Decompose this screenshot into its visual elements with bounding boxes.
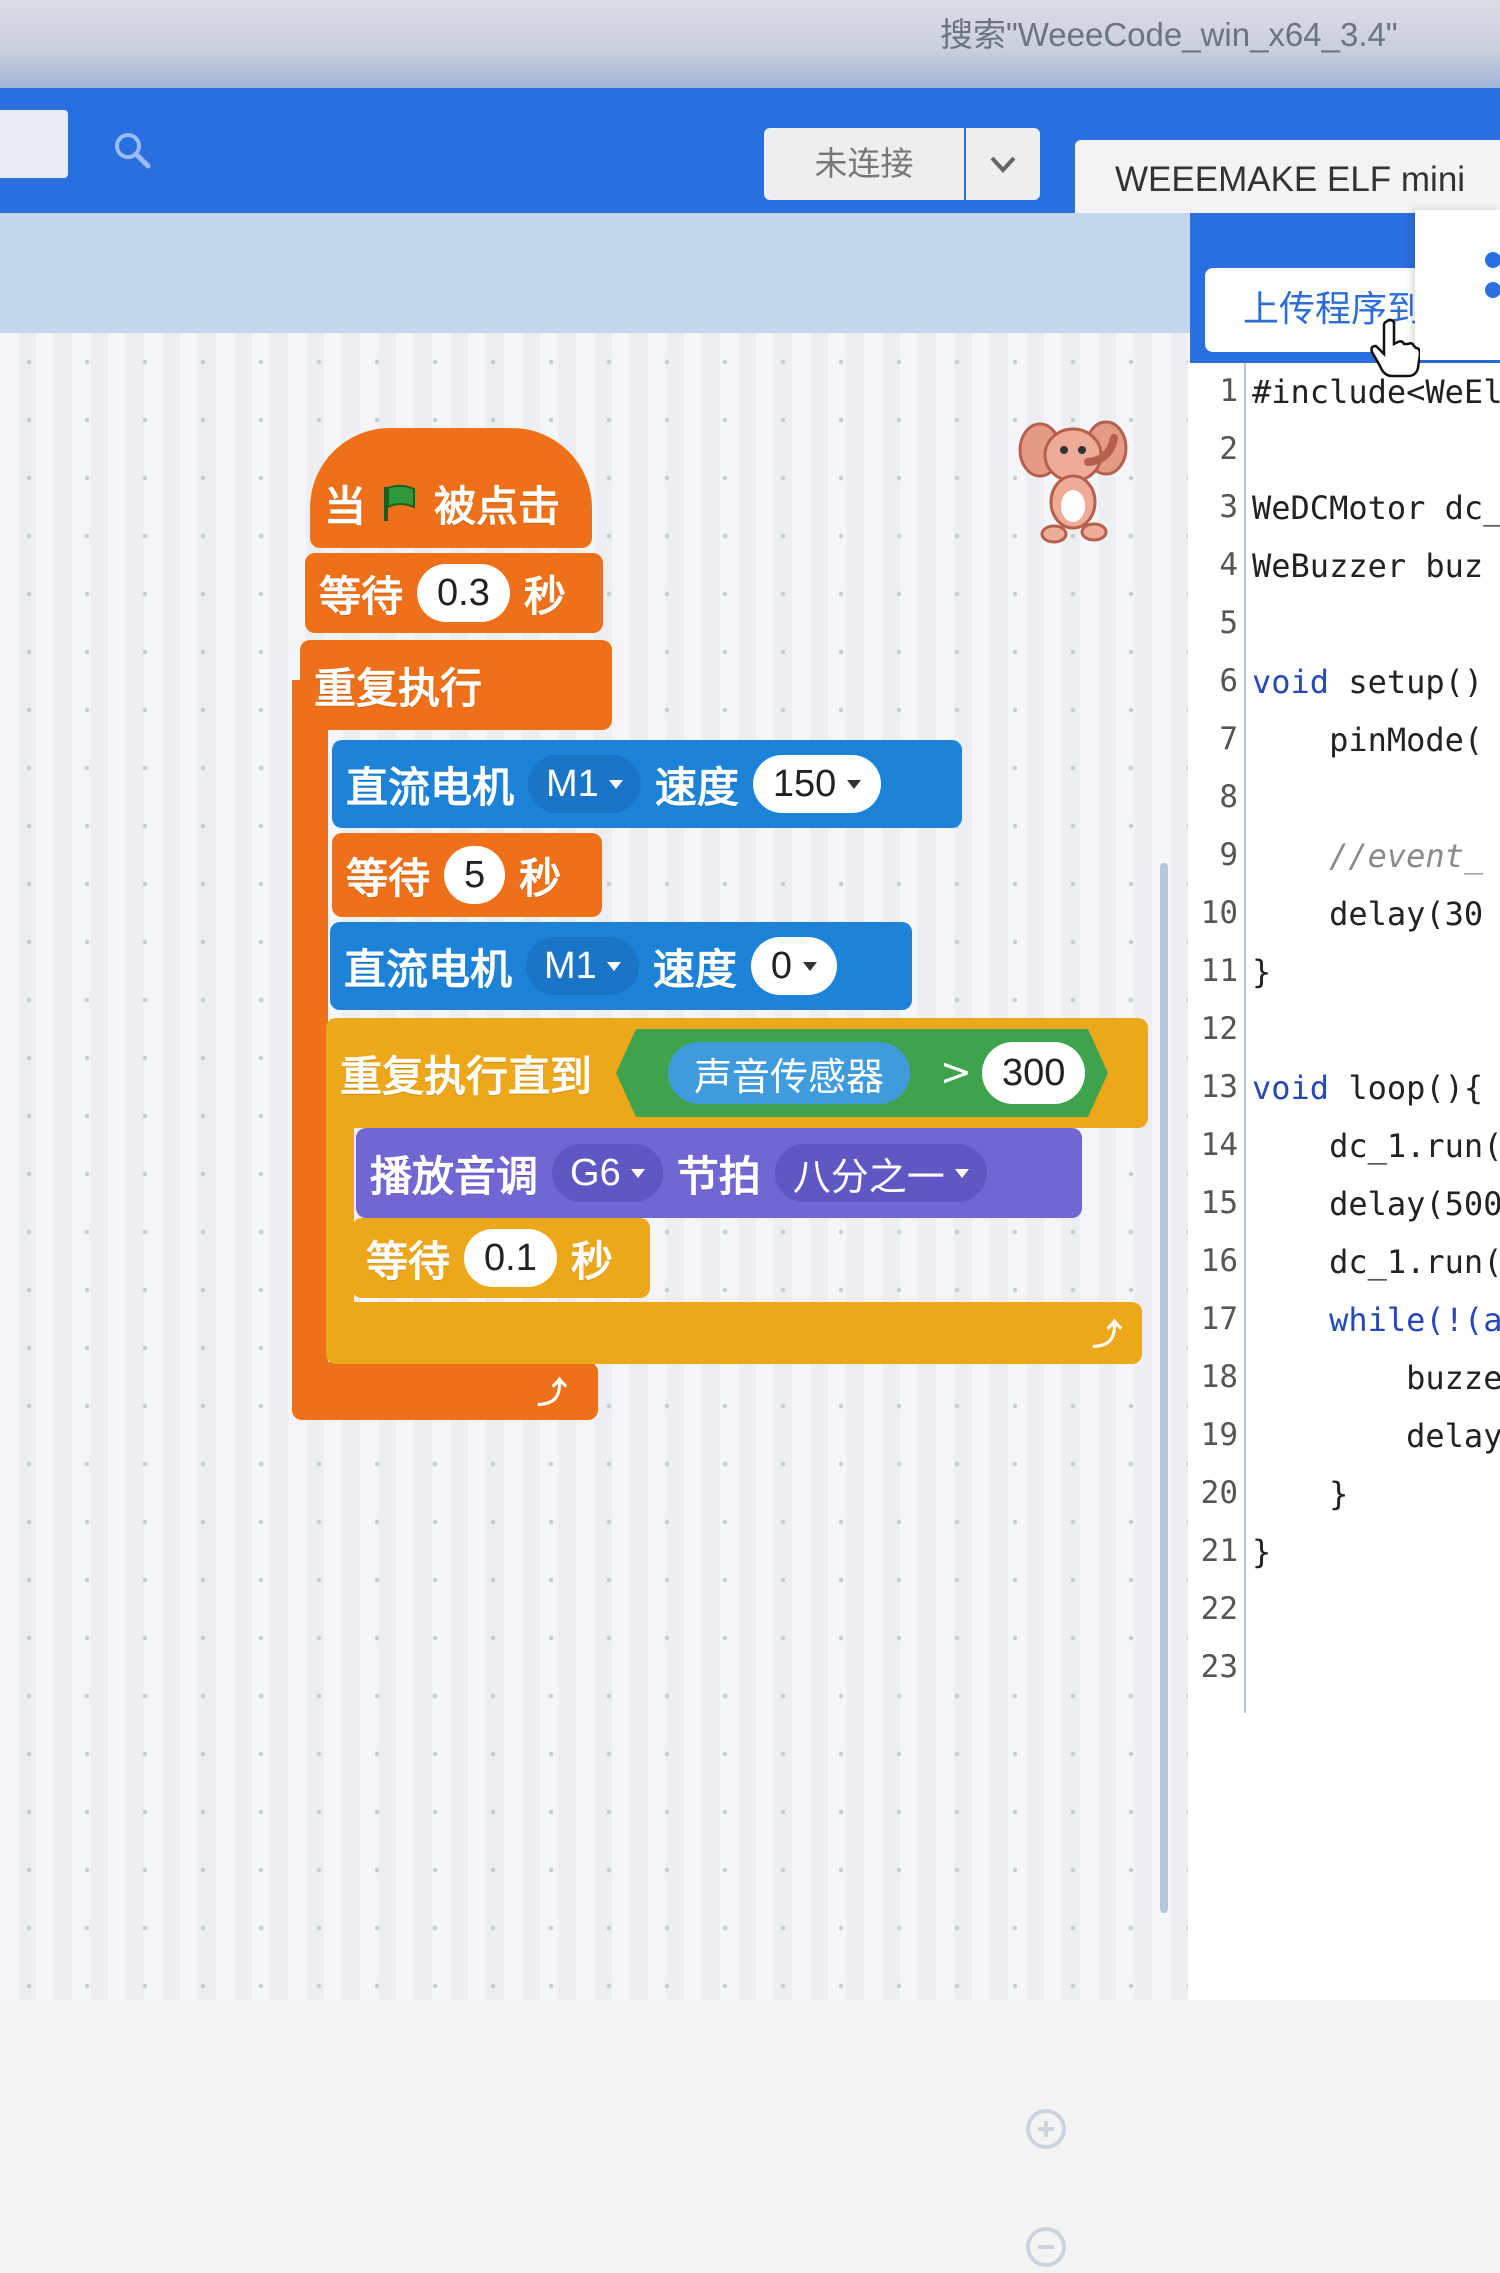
code-editor[interactable]: 1 2 3 4 5 6 7 8 9 10 11 12 13 14 15 16 1… <box>1188 363 1500 2000</box>
line-number: 8 <box>1219 779 1238 815</box>
window-titlebar: 搜索"WeeeCode_win_x64_3.4" <box>0 0 1500 92</box>
code-line: WeDCMotor dc_ <box>1252 489 1500 527</box>
code-line: dc_1.run( <box>1252 1243 1500 1281</box>
line-number: 4 <box>1219 547 1238 583</box>
line-number: 21 <box>1200 1533 1238 1569</box>
motor-speed-dropdown[interactable]: 0 <box>750 937 837 995</box>
keyword: void <box>1252 663 1330 701</box>
line-number: 5 <box>1219 605 1238 641</box>
line-number: 1 <box>1219 373 1238 409</box>
threshold-input[interactable]: 300 <box>982 1042 1086 1104</box>
play-tone-block[interactable]: 播放音调 G6 节拍 八分之一 <box>356 1128 1082 1218</box>
side-panel <box>1415 210 1500 360</box>
motor-speed-dropdown[interactable]: 150 <box>752 755 881 813</box>
line-number: 12 <box>1200 1011 1238 1047</box>
note-dropdown[interactable]: G6 <box>552 1144 663 1202</box>
main-toolbar: 未连接 WEEEMAKE ELF mini <box>0 88 1500 220</box>
wait-block-2[interactable]: 等待 5 秒 <box>332 833 602 917</box>
motor-port-dropdown[interactable]: M1 <box>526 937 639 995</box>
dropdown-arrow-icon <box>846 779 861 789</box>
line-number: 6 <box>1219 663 1238 699</box>
keyword: void <box>1252 1069 1330 1107</box>
line-number: 11 <box>1200 953 1238 989</box>
code-line: delay(500 <box>1252 1185 1500 1223</box>
line-number: 10 <box>1200 895 1238 931</box>
line-number: 2 <box>1219 431 1238 467</box>
dc-motor-block-2[interactable]: 直流电机 M1 速度 0 <box>330 922 912 1010</box>
line-number: 14 <box>1200 1127 1238 1163</box>
code-line: buzze <box>1252 1359 1500 1397</box>
line-number: 19 <box>1200 1417 1238 1453</box>
code-line: #include<WeEl <box>1252 373 1500 411</box>
line-number: 16 <box>1200 1243 1238 1279</box>
line-number: 7 <box>1219 721 1238 757</box>
elephant-mascot-icon <box>1018 420 1128 544</box>
code-line: delay <box>1252 1417 1500 1455</box>
line-number: 3 <box>1219 489 1238 525</box>
line-number: 9 <box>1219 837 1238 873</box>
zoom-in-icon[interactable] <box>1020 2103 1072 2155</box>
connection-dropdown[interactable] <box>966 128 1040 200</box>
sound-sensor-reporter[interactable]: 声音传感器 <box>668 1042 911 1104</box>
green-flag-icon <box>384 484 416 521</box>
code-line: pinMode( <box>1252 721 1484 759</box>
wait-seconds-input[interactable]: 5 <box>444 846 506 904</box>
dropdown-arrow-icon <box>608 779 623 789</box>
code-line: void loop(){ <box>1252 1069 1484 1107</box>
zoom-out-icon[interactable] <box>1020 2221 1072 2273</box>
code-line: } <box>1252 1533 1272 1571</box>
connection-button[interactable]: 未连接 <box>764 128 964 200</box>
wait-seconds-input[interactable]: 0.1 <box>464 1229 557 1287</box>
code-line: while(!(a <box>1252 1301 1500 1339</box>
search-icon[interactable] <box>110 128 154 172</box>
code-line: delay(30 <box>1252 895 1484 933</box>
chevron-down-icon <box>990 156 1016 173</box>
line-number: 23 <box>1200 1649 1238 1685</box>
dropdown-arrow-icon <box>630 1168 645 1178</box>
forever-loop-left-arm <box>292 680 328 1400</box>
code-line: dc_1.run( <box>1252 1127 1500 1165</box>
search-input[interactable] <box>0 110 68 178</box>
code-line: } <box>1252 953 1272 991</box>
line-number: 17 <box>1200 1301 1238 1337</box>
device-selector[interactable]: WEEEMAKE ELF mini <box>1075 140 1500 220</box>
wait-block-1[interactable]: 等待 0.3 秒 <box>305 553 603 633</box>
when-flag-clicked-hat[interactable]: 当 被点击 <box>310 428 592 548</box>
code-line: WeBuzzer buz <box>1252 547 1484 585</box>
line-number: 15 <box>1200 1185 1238 1221</box>
greater-than-operator: > <box>940 1050 972 1094</box>
code-line: } <box>1252 1475 1349 1513</box>
dc-motor-block-1[interactable]: 直流电机 M1 速度 150 <box>332 740 962 828</box>
repeat-until-bottom[interactable]: ⤴ <box>326 1302 1142 1364</box>
wait-seconds-input[interactable]: 0.3 <box>417 564 510 622</box>
line-number: 18 <box>1200 1359 1238 1395</box>
forever-block[interactable]: 重复执行 <box>300 640 612 730</box>
line-number: 20 <box>1200 1475 1238 1511</box>
window-title: 搜索"WeeeCode_win_x64_3.4" <box>940 16 1398 53</box>
motor-port-dropdown[interactable]: M1 <box>528 755 641 813</box>
dropdown-arrow-icon <box>606 961 621 971</box>
line-number: 22 <box>1200 1591 1238 1627</box>
forever-loop-bottom[interactable]: ⤴ <box>292 1362 598 1420</box>
workspace-scrollbar[interactable] <box>1160 863 1168 1913</box>
loop-arrow-icon: ⤴ <box>537 1376 567 1411</box>
dropdown-arrow-icon <box>802 961 817 971</box>
hand-cursor-icon <box>1370 318 1420 378</box>
dropdown-arrow-icon <box>954 1168 969 1178</box>
workspace-header <box>0 213 1190 333</box>
beat-dropdown[interactable]: 八分之一 <box>774 1144 987 1202</box>
code-line: void setup() <box>1252 663 1484 701</box>
more-icon[interactable] <box>1415 210 1500 360</box>
line-number: 13 <box>1200 1069 1238 1105</box>
loop-arrow-icon: ⤴ <box>1092 1318 1122 1353</box>
code-line: //event_ <box>1252 837 1484 875</box>
wait-block-3[interactable]: 等待 0.1 秒 <box>352 1218 650 1298</box>
